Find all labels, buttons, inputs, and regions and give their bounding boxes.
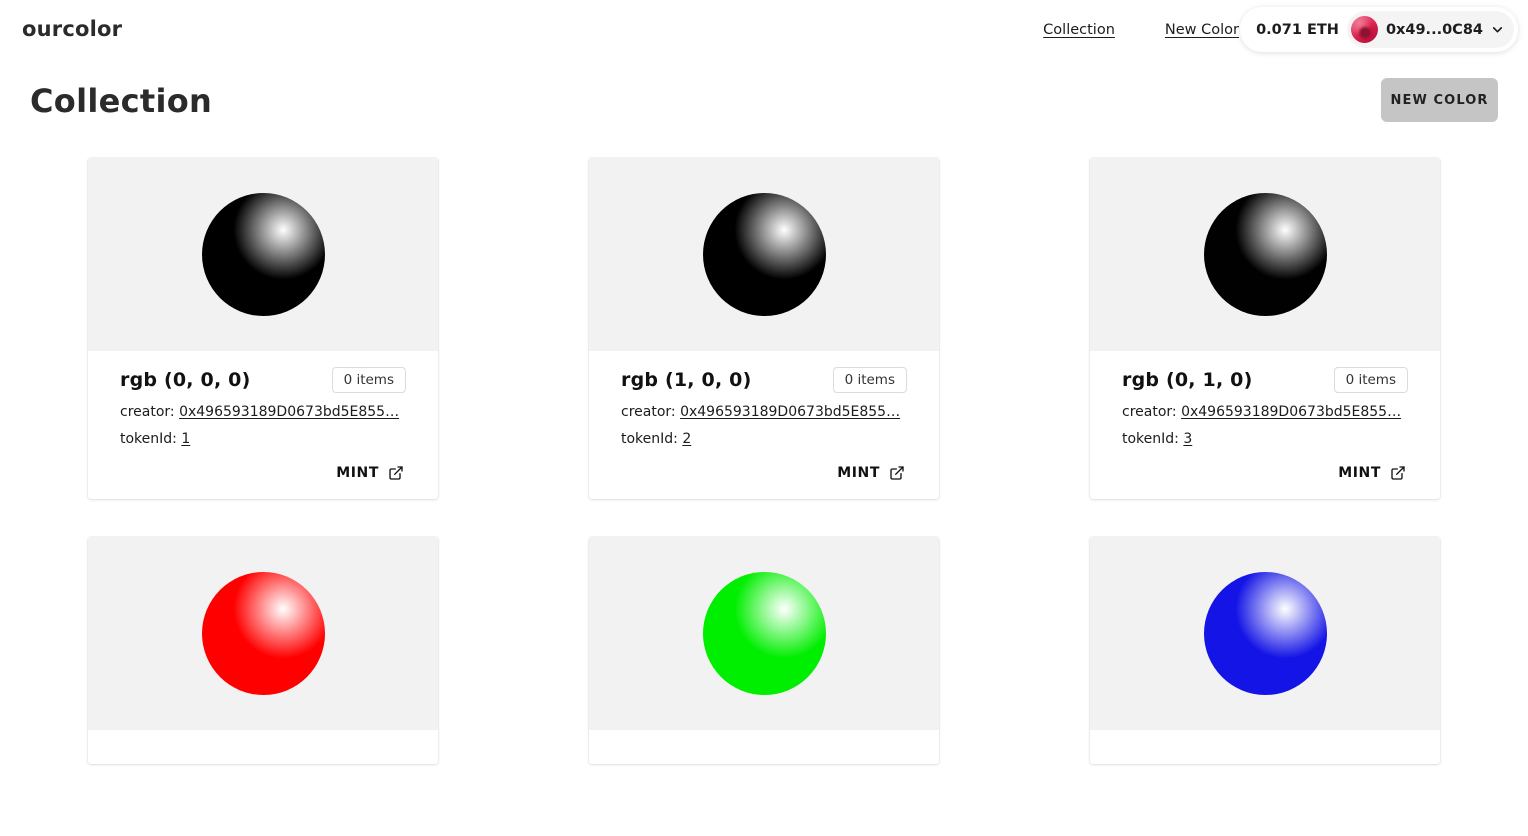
creator-row: creator: 0x496593189D0673bd5E855… [1122, 404, 1408, 420]
token-id-row: tokenId: 2 [621, 431, 907, 447]
nav-item-new-color[interactable]: New Color [1165, 22, 1239, 38]
app-header: ourcolor Collection New Color 0.071 ETH … [0, 0, 1528, 60]
card-body [589, 730, 939, 764]
card-image-area [88, 537, 438, 730]
jazzicon-avatar [1350, 16, 1378, 43]
card-title: rgb (1, 0, 0) [621, 369, 752, 391]
page-title: Collection [30, 82, 213, 120]
color-sphere [702, 572, 826, 695]
items-count-badge: 0 items [1333, 367, 1408, 393]
app-logo[interactable]: ourcolor [22, 17, 122, 41]
color-sphere [1203, 193, 1327, 316]
card-image-area [1090, 537, 1440, 730]
color-card[interactable] [1090, 537, 1440, 764]
card-image-area [589, 158, 939, 351]
color-sphere [201, 193, 325, 316]
mint-label: MINT [837, 465, 880, 481]
mint-button[interactable]: MINT [837, 465, 905, 481]
creator-address-link[interactable]: 0x496593189D0673bd5E855… [680, 404, 900, 420]
color-card[interactable] [88, 537, 438, 764]
color-card[interactable] [589, 537, 939, 764]
new-color-button[interactable]: NEW COLOR [1381, 78, 1498, 122]
creator-address-link[interactable]: 0x496593189D0673bd5E855… [179, 404, 399, 420]
token-id-link[interactable]: 3 [1183, 431, 1192, 447]
color-card[interactable]: rgb (1, 0, 0) 0 items creator: 0x496593189… [589, 158, 939, 499]
mint-label: MINT [336, 465, 379, 481]
card-header: rgb (0, 0, 0) 0 items [120, 367, 406, 393]
external-link-icon [388, 465, 404, 481]
wallet-widget: 0.071 ETH 0x49...0C84 [1240, 7, 1518, 52]
color-sphere [702, 193, 826, 316]
card-body: rgb (0, 1, 0) 0 items creator: 0x496593189… [1090, 351, 1440, 499]
mint-button[interactable]: MINT [336, 465, 404, 481]
creator-address-link[interactable]: 0x496593189D0673bd5E855… [1181, 404, 1401, 420]
card-body: rgb (1, 0, 0) 0 items creator: 0x496593189… [589, 351, 939, 499]
external-link-icon [889, 465, 905, 481]
chevron-down-icon [1491, 23, 1504, 36]
token-id-label: tokenId: [1122, 431, 1179, 447]
page-header-row: Collection NEW COLOR [0, 70, 1528, 158]
mint-row: MINT [120, 465, 406, 481]
mint-row: MINT [621, 465, 907, 481]
nav-item-collection[interactable]: Collection [1043, 22, 1115, 38]
token-id-label: tokenId: [120, 431, 177, 447]
mint-button[interactable]: MINT [1338, 465, 1406, 481]
mint-label: MINT [1338, 465, 1381, 481]
items-count-badge: 0 items [331, 367, 406, 393]
creator-label: creator: [621, 404, 676, 420]
creator-label: creator: [1122, 404, 1177, 420]
card-header: rgb (1, 0, 0) 0 items [621, 367, 907, 393]
card-title: rgb (0, 1, 0) [1122, 369, 1253, 391]
card-image-area [589, 537, 939, 730]
creator-row: creator: 0x496593189D0673bd5E855… [621, 404, 907, 420]
token-id-link[interactable]: 2 [682, 431, 691, 447]
external-link-icon [1390, 465, 1406, 481]
mint-row: MINT [1122, 465, 1408, 481]
card-body [88, 730, 438, 764]
color-card[interactable]: rgb (0, 0, 0) 0 items creator: 0x496593189… [88, 158, 438, 499]
color-card[interactable]: rgb (0, 1, 0) 0 items creator: 0x496593189… [1090, 158, 1440, 499]
token-id-link[interactable]: 1 [181, 431, 190, 447]
card-header: rgb (0, 1, 0) 0 items [1122, 367, 1408, 393]
creator-label: creator: [120, 404, 175, 420]
card-image-area [1090, 158, 1440, 351]
token-id-row: tokenId: 1 [120, 431, 406, 447]
color-sphere [201, 572, 325, 695]
wallet-balance: 0.071 ETH [1256, 21, 1339, 38]
main-nav: Collection New Color [1043, 22, 1239, 38]
wallet-account-button[interactable]: 0x49...0C84 [1346, 11, 1514, 48]
wallet-address: 0x49...0C84 [1385, 21, 1483, 38]
collection-grid: rgb (0, 0, 0) 0 items creator: 0x496593189… [0, 158, 1528, 764]
card-image-area [88, 158, 438, 351]
creator-row: creator: 0x496593189D0673bd5E855… [120, 404, 406, 420]
card-body [1090, 730, 1440, 764]
card-body: rgb (0, 0, 0) 0 items creator: 0x496593189… [88, 351, 438, 499]
items-count-badge: 0 items [832, 367, 907, 393]
card-title: rgb (0, 0, 0) [120, 369, 251, 391]
token-id-label: tokenId: [621, 431, 678, 447]
color-sphere [1203, 572, 1327, 695]
token-id-row: tokenId: 3 [1122, 431, 1408, 447]
